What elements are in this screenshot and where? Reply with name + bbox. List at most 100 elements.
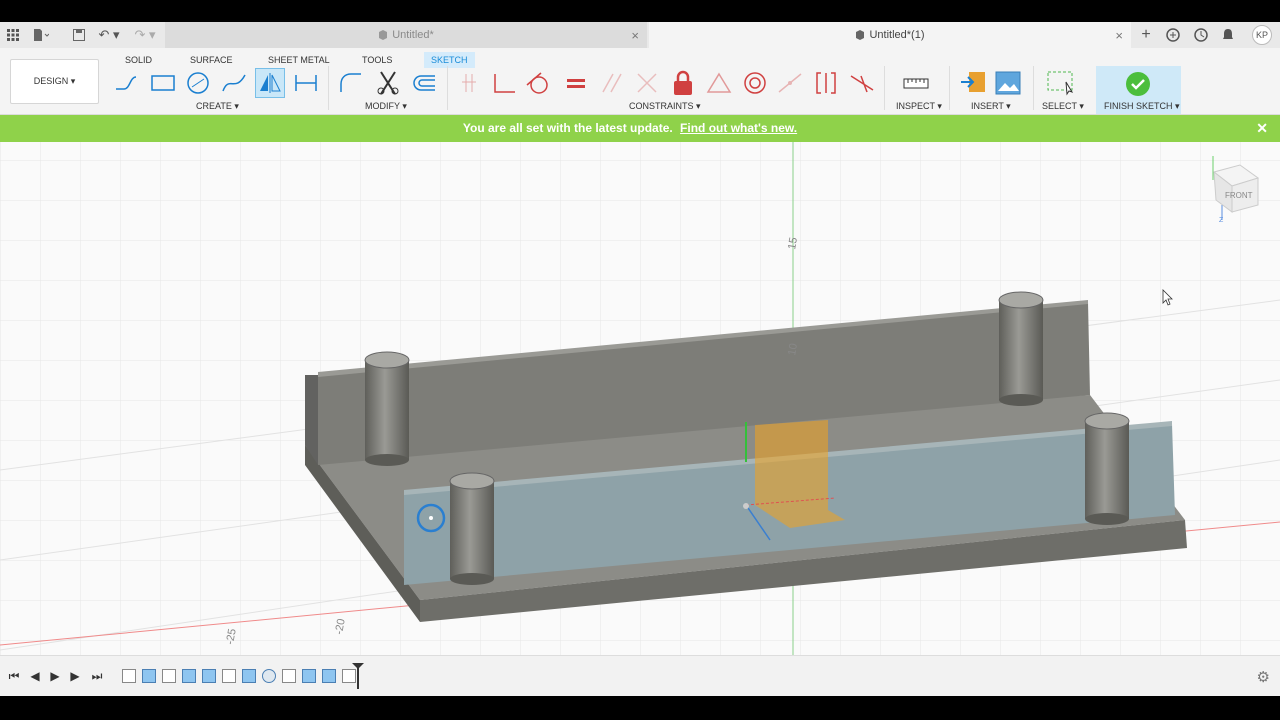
- tab-solid[interactable]: SOLID: [125, 53, 152, 67]
- dimension-tool-icon[interactable]: [291, 68, 321, 98]
- select-menu[interactable]: SELECT ▾: [1042, 101, 1084, 112]
- step-back-icon[interactable]: ◀: [28, 669, 42, 683]
- tick-15: 15: [786, 236, 800, 250]
- workspace-switcher[interactable]: DESIGN ▾: [10, 59, 99, 104]
- timeline-extrude-icon[interactable]: [142, 669, 156, 683]
- document-icon: [855, 30, 865, 40]
- perpendicular-icon[interactable]: [489, 68, 519, 98]
- fillet-tool-icon[interactable]: [336, 68, 366, 98]
- viewcube-front-label: FRONT: [1225, 191, 1253, 200]
- update-banner: You are all set with the latest update. …: [0, 115, 1280, 142]
- select-window-icon[interactable]: [1046, 68, 1076, 98]
- document-tab-bar: ↶ ▾ ↷ ▾ Untitled* × Untitled*(1) × + ? K…: [0, 22, 1280, 48]
- mirror-tool-icon[interactable]: [255, 68, 285, 98]
- post-back-right: [998, 291, 1044, 406]
- tab-sketch[interactable]: SKETCH: [424, 52, 475, 68]
- divider: [1033, 66, 1034, 110]
- offset-tool-icon[interactable]: [409, 68, 439, 98]
- midpoint-icon[interactable]: [775, 68, 805, 98]
- insert-derive-icon[interactable]: [958, 68, 988, 98]
- post-front-right: [1084, 412, 1130, 525]
- line-tool-icon[interactable]: [112, 68, 142, 98]
- timeline-extrude-icon[interactable]: [182, 669, 196, 683]
- modify-menu[interactable]: MODIFY ▾: [365, 101, 407, 112]
- timeline-extrude-icon[interactable]: [202, 669, 216, 683]
- insert-menu[interactable]: INSERT ▾: [971, 101, 1011, 112]
- tab-surface[interactable]: SURFACE: [190, 53, 233, 67]
- redo-icon[interactable]: ↷ ▾: [132, 26, 158, 44]
- document-icon: [378, 30, 388, 40]
- timeline-marker-head-icon[interactable]: [352, 663, 364, 669]
- canvas-viewport[interactable]: 15 10 -25 -20 Z FRONT: [0, 142, 1280, 655]
- constraints-menu[interactable]: CONSTRAINTS ▾: [629, 101, 701, 112]
- timeline-sketch-icon[interactable]: [282, 669, 296, 683]
- checkmark-icon: [1125, 71, 1151, 102]
- equal-icon[interactable]: [561, 68, 591, 98]
- go-to-end-icon[interactable]: ⏭: [90, 669, 104, 683]
- timeline-sketch-icon[interactable]: [222, 669, 236, 683]
- inspect-menu[interactable]: INSPECT ▾: [896, 101, 942, 112]
- rectangle-tool-icon[interactable]: [148, 68, 178, 98]
- undo-icon[interactable]: ↶ ▾: [96, 26, 122, 44]
- tab-untitled[interactable]: Untitled* ×: [165, 22, 647, 48]
- timeline-settings-gear-icon[interactable]: ⚙: [1257, 668, 1270, 686]
- whats-new-link[interactable]: Find out what's new.: [680, 121, 797, 135]
- timeline-extrude-icon[interactable]: [242, 669, 256, 683]
- sketch-toolbar: DESIGN ▾ SOLID SURFACE SHEET METAL TOOLS…: [0, 48, 1280, 115]
- app-grid-icon[interactable]: [4, 26, 22, 44]
- play-icon[interactable]: ▶: [48, 669, 62, 683]
- divider: [447, 66, 448, 110]
- circle-tool-icon[interactable]: [183, 68, 213, 98]
- svg-text:Z: Z: [1219, 217, 1224, 224]
- divider: [884, 66, 885, 110]
- insert-canvas-icon[interactable]: [993, 68, 1023, 98]
- save-icon[interactable]: [70, 26, 88, 44]
- scene-svg: 15 10 -25 -20 Z FRONT: [0, 142, 1280, 655]
- go-to-start-icon[interactable]: ⏮: [7, 669, 21, 683]
- extensions-icon[interactable]: [1164, 26, 1182, 44]
- coincident-icon[interactable]: [454, 68, 484, 98]
- timeline-bar: ⏮ ◀ ▶ ▶ ⏭ ⚙: [0, 655, 1280, 696]
- triangle-icon[interactable]: [704, 68, 734, 98]
- banner-message: You are all set with the latest update.: [462, 121, 673, 135]
- symmetry-icon[interactable]: [632, 68, 662, 98]
- measure-icon[interactable]: [901, 68, 931, 98]
- divider: [328, 66, 329, 110]
- file-menu-icon[interactable]: [32, 26, 50, 44]
- timeline-sketch-icon[interactable]: [122, 669, 136, 683]
- create-menu[interactable]: CREATE ▾: [196, 101, 239, 112]
- selection-point-center: [429, 516, 433, 520]
- fusion-app-window: ↶ ▾ ↷ ▾ Untitled* × Untitled*(1) × + ? K…: [0, 0, 1280, 720]
- tab-label: Untitled*(1): [869, 29, 925, 41]
- timeline-sketch-icon[interactable]: [162, 669, 176, 683]
- close-banner-icon[interactable]: ✕: [1256, 120, 1268, 137]
- concentric-icon[interactable]: [740, 68, 770, 98]
- timeline-extrude-icon[interactable]: [302, 669, 316, 683]
- timeline-plane-icon[interactable]: [262, 669, 276, 683]
- tangent-icon[interactable]: [523, 68, 553, 98]
- finish-sketch-button[interactable]: FINISH SKETCH ▾: [1096, 66, 1181, 114]
- banner-text: You are all set with the latest update. …: [0, 121, 1260, 135]
- sketch-origin-point: [743, 503, 749, 509]
- timeline-sketch-icon[interactable]: [342, 669, 356, 683]
- tab-sheet-metal[interactable]: SHEET METAL: [268, 53, 330, 67]
- divider: [949, 66, 950, 110]
- post-back-left: [364, 351, 410, 466]
- job-status-icon[interactable]: [1192, 26, 1210, 44]
- close-tab-icon[interactable]: ×: [1115, 28, 1123, 43]
- close-tab-icon[interactable]: ×: [631, 28, 639, 43]
- finish-sketch-label: FINISH SKETCH ▾: [1104, 101, 1180, 111]
- timeline-extrude-icon[interactable]: [322, 669, 336, 683]
- tab-tools[interactable]: TOOLS: [362, 53, 392, 67]
- step-forward-icon[interactable]: ▶: [68, 669, 82, 683]
- horizontal-vertical-icon[interactable]: [847, 68, 877, 98]
- new-tab-icon[interactable]: +: [1137, 26, 1155, 44]
- avatar[interactable]: KP: [1252, 25, 1272, 45]
- post-front-left: [449, 472, 495, 585]
- trim-tool-icon[interactable]: [373, 68, 403, 98]
- fix-lock-icon[interactable]: [668, 68, 698, 98]
- tab-untitled-1[interactable]: Untitled*(1) ×: [649, 22, 1131, 48]
- parallel-icon[interactable]: [597, 68, 627, 98]
- spline-tool-icon[interactable]: [219, 68, 249, 98]
- collinear-icon[interactable]: [811, 68, 841, 98]
